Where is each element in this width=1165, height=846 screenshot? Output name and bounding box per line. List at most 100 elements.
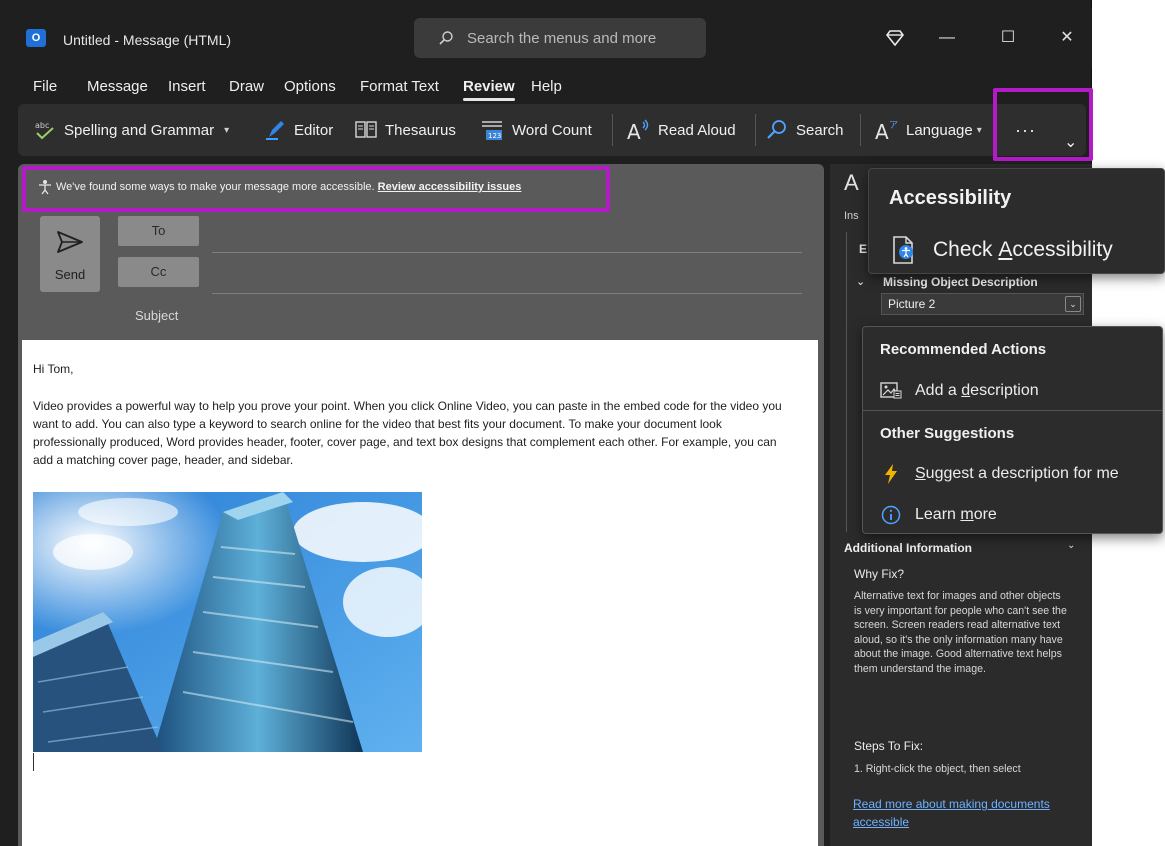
send-button[interactable]: Send [40, 216, 100, 292]
ribbon-separator [755, 114, 756, 146]
learn-more-suffix: ore [973, 506, 997, 523]
text-cursor [33, 753, 34, 771]
why-fix-text: Alternative text for images and other ob… [854, 590, 1067, 675]
tab-file[interactable]: File [33, 78, 57, 95]
search-label: Search [796, 121, 844, 139]
chevron-down-icon[interactable]: ⌄ [1065, 296, 1081, 312]
send-label: Send [54, 267, 86, 282]
review-ribbon: abc Spelling and Grammar ▾ Editor Thesau… [18, 104, 1086, 156]
tab-message[interactable]: Message [87, 78, 148, 95]
language-button[interactable]: A ア Language ▾ [874, 104, 982, 156]
tab-draw[interactable]: Draw [229, 78, 264, 95]
search-icon [767, 120, 786, 139]
thesaurus-label: Thesaurus [385, 121, 456, 139]
inspection-results-label: Ins [844, 210, 859, 222]
read-aloud-icon: A [627, 119, 649, 142]
chevron-down-icon[interactable]: ⌄ [1067, 540, 1075, 551]
body-greeting: Hi Tom, [33, 362, 74, 376]
editor-pen-icon [266, 121, 284, 140]
check-accessibility-prefix: Check [933, 238, 999, 261]
more-options-highlight-box [993, 88, 1093, 161]
search-menus-box[interactable]: Search the menus and more [414, 18, 706, 58]
infobar-highlight-box [22, 166, 610, 212]
svg-text:A: A [627, 120, 641, 142]
issue-title[interactable]: Missing Object Description [883, 275, 1038, 289]
read-more-link[interactable]: Read more about making documents accessi… [853, 795, 1053, 831]
ribbon-separator [612, 114, 613, 146]
accessibility-flyout-menu: Accessibility Check Accessibility [868, 168, 1165, 274]
step-1-text: 1. Right-click the object, then select [854, 763, 1021, 775]
why-fix-heading: Why Fix? [854, 567, 905, 581]
subject-label: Subject [135, 308, 179, 323]
ribbon-separator [860, 114, 861, 146]
message-body[interactable]: Hi Tom, Video provides a powerful way to… [22, 340, 818, 846]
accessibility-flyout-header: Accessibility [889, 187, 1012, 209]
window-title: Untitled - Message (HTML) [63, 32, 232, 48]
chevron-down-icon: ▾ [224, 124, 230, 136]
tab-review[interactable]: Review [463, 78, 515, 101]
word-count-icon: 123 [482, 121, 502, 140]
info-icon [880, 505, 902, 525]
title-bar: O Untitled - Message (HTML) Search the m… [0, 8, 1092, 68]
minimize-button[interactable]: — [935, 26, 959, 50]
suggest-description-menu-item[interactable]: Suggest a description for me [880, 461, 1119, 487]
to-field[interactable] [212, 252, 802, 253]
tab-format-text[interactable]: Format Text [360, 78, 439, 95]
steps-to-fix-heading: Steps To Fix: [854, 739, 924, 753]
check-accessibility-accelerator: A [998, 238, 1013, 261]
lightning-icon [880, 463, 902, 485]
language-label: Language [906, 121, 973, 139]
premium-diamond-icon[interactable] [886, 30, 904, 46]
suggest-description-accelerator: S [915, 465, 926, 482]
recommended-actions-menu: Recommended Actions Add a d escription Ot… [862, 326, 1163, 534]
spelling-label: Spelling and Grammar [64, 121, 215, 139]
menu-divider [863, 410, 1162, 411]
learn-more-menu-item[interactable]: Learn m ore [880, 502, 997, 528]
tab-insert[interactable]: Insert [168, 78, 206, 95]
cc-button[interactable]: Cc [118, 257, 199, 287]
cc-field[interactable] [212, 293, 802, 294]
tab-options[interactable]: Options [284, 78, 336, 95]
check-accessibility-menu-item[interactable]: Check Accessibility [891, 235, 1113, 265]
search-placeholder: Search the menus and more [467, 30, 657, 47]
recommended-actions-header: Recommended Actions [880, 341, 1047, 358]
issue-object-item[interactable]: Picture 2 ⌄ [881, 293, 1084, 315]
add-description-suffix: escription [970, 382, 1039, 399]
maximize-button[interactable]: ☐ [996, 26, 1020, 50]
svg-text:A: A [875, 120, 889, 142]
read-aloud-label: Read Aloud [658, 121, 736, 139]
issue-object-label: Picture 2 [888, 297, 936, 311]
learn-more-accelerator: m [960, 506, 974, 523]
image-alt-text-icon [880, 382, 902, 400]
other-suggestions-header: Other Suggestions [880, 425, 1015, 442]
chevron-down-icon[interactable]: ⌄ [856, 275, 865, 288]
thesaurus-book-icon [355, 121, 377, 138]
add-description-accelerator: d [961, 382, 971, 399]
close-button[interactable]: ✕ [1055, 26, 1079, 50]
check-accessibility-suffix: ccessibility [1012, 238, 1113, 261]
spelling-grammar-button[interactable]: abc Spelling and Grammar ▾ [34, 104, 229, 156]
svg-text:ア: ア [889, 121, 898, 131]
editor-label: Editor [294, 121, 334, 139]
building-picture[interactable] [33, 492, 422, 752]
additional-info-heading[interactable]: Additional Information [844, 541, 972, 555]
word-count-label: Word Count [512, 121, 592, 139]
to-button[interactable]: To [118, 216, 199, 246]
thesaurus-button[interactable]: Thesaurus [355, 104, 456, 156]
spelling-check-icon: abc [35, 121, 54, 140]
search-button[interactable]: Search [766, 104, 844, 156]
add-description-menu-item[interactable]: Add a d escription [880, 378, 1039, 404]
side-pane-title: A [844, 170, 859, 195]
suggest-description-suffix: uggest a description for me [925, 465, 1119, 482]
word-count-button[interactable]: 123 Word Count [480, 104, 592, 156]
outlook-app-icon: O [26, 29, 50, 47]
learn-more-prefix: Learn [915, 506, 961, 523]
add-description-prefix: Add a [915, 382, 962, 399]
body-paragraph: Video provides a powerful way to help yo… [33, 399, 782, 467]
tab-help[interactable]: Help [531, 78, 562, 95]
editor-button[interactable]: Editor [264, 104, 333, 156]
check-accessibility-icon [893, 236, 913, 264]
read-aloud-button[interactable]: A Read Aloud [626, 104, 736, 156]
menu-bar: File Message Insert Draw Options Format … [0, 68, 1092, 104]
language-icon: A ア [875, 120, 898, 142]
